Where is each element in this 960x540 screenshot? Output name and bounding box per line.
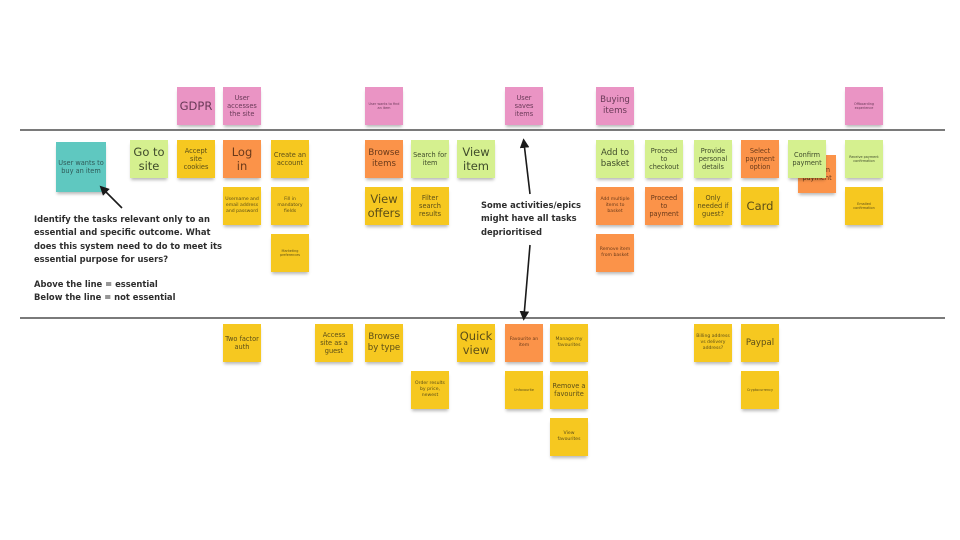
arrow-to-goal-note (99, 185, 123, 209)
arrows-layer (99, 138, 531, 321)
arrow-down-to-bottom-line (519, 244, 531, 321)
arrow-up-to-top-line (519, 138, 531, 195)
